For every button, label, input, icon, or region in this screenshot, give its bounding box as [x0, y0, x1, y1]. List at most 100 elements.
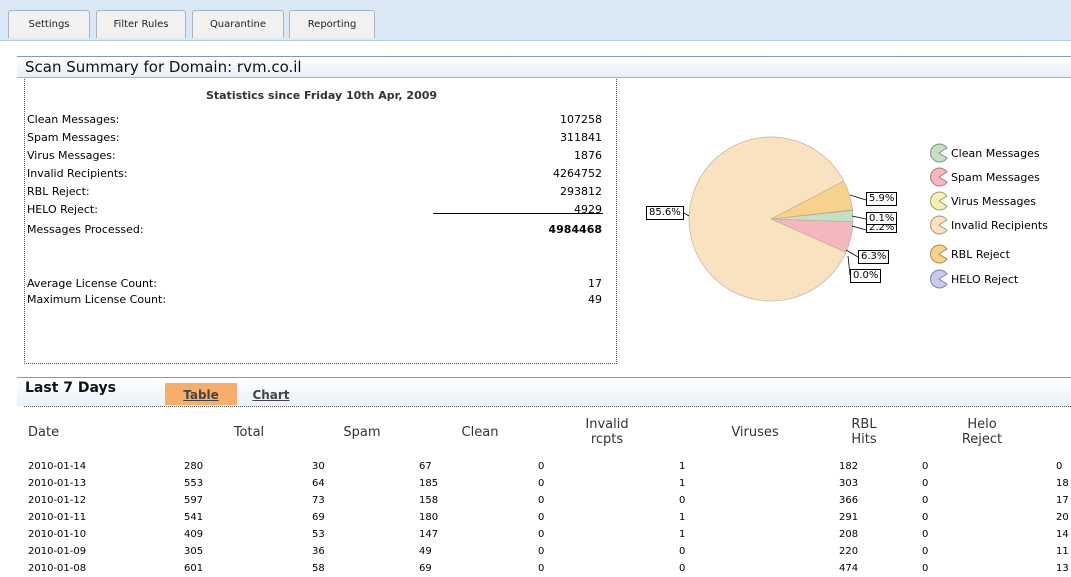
total-divider — [433, 213, 603, 214]
top-tab-bar: Settings Filter Rules Quarantine Reporti… — [0, 0, 1071, 41]
cell-invalid: 0 — [538, 529, 545, 540]
cell-rbl: 366 — [839, 495, 859, 506]
cell-helo: 0 — [922, 529, 929, 540]
cell-clean: 185 — [419, 478, 439, 489]
cell-clean: 180 — [419, 512, 439, 523]
tab-filter-rules[interactable]: Filter Rules — [96, 10, 186, 38]
cell-extra: 18 — [1056, 478, 1069, 489]
cell-extra: 11 — [1056, 546, 1069, 557]
cell-helo: 0 — [922, 512, 929, 523]
tab-quarantine[interactable]: Quarantine — [192, 10, 284, 38]
table-row: 2010-01-08 601 58 69 0 0 474 0 13 — [24, 560, 1071, 577]
table-row: 2010-01-11 541 69 180 0 1 291 0 20 — [24, 509, 1071, 526]
cell-rbl: 220 — [839, 546, 859, 557]
stat-row-helo: HELO Reject: 4929 — [27, 203, 602, 221]
cell-total: 305 — [184, 546, 204, 557]
stat-value: 4929 — [574, 203, 602, 216]
stat-label: Spam Messages: — [27, 131, 120, 144]
tab-reporting[interactable]: Reporting — [289, 10, 375, 38]
cell-spam: 69 — [312, 512, 325, 523]
stat-value: 4264752 — [553, 167, 602, 180]
table-row: 2010-01-12 597 73 158 0 0 366 0 17 — [24, 492, 1071, 509]
stat-label: HELO Reject: — [27, 203, 98, 216]
cell-spam: 30 — [312, 461, 325, 472]
cell-date: 2010-01-14 — [28, 461, 87, 472]
col-header-rbl-line2: Hits — [851, 432, 877, 447]
col-header-date: Date — [28, 425, 60, 440]
cell-spam: 36 — [312, 546, 325, 557]
cell-date: 2010-01-12 — [28, 495, 87, 506]
cell-extra: 0 — [1056, 461, 1063, 472]
stat-row-invalid: Invalid Recipients: 4264752 — [27, 167, 602, 185]
cell-total: 541 — [184, 512, 204, 523]
cell-total: 597 — [184, 495, 204, 506]
pie-slice-icon — [930, 215, 948, 235]
cell-extra: 13 — [1056, 563, 1069, 574]
pie-slice-icon — [930, 244, 948, 264]
scan-summary-section: Statistics since Friday 10th Apr, 2009 C… — [24, 79, 1071, 364]
cell-clean: 67 — [419, 461, 432, 472]
table-row: 2010-01-10 409 53 147 0 1 208 0 14 — [24, 526, 1071, 543]
tab-chart[interactable]: Chart — [247, 383, 295, 405]
stat-label: Clean Messages: — [27, 113, 120, 126]
col-header-spam: Spam — [343, 425, 381, 440]
col-header-viruses: Viruses — [731, 425, 779, 440]
table-row: 2010-01-13 553 64 185 0 1 303 0 18 — [24, 475, 1071, 492]
stat-row-clean: Clean Messages: 107258 — [27, 113, 602, 131]
col-header-rbl-hits: RBL Hits — [834, 417, 894, 447]
pie-slice-icon — [930, 191, 948, 211]
cell-helo: 0 — [922, 461, 929, 472]
stat-value: 107258 — [560, 113, 602, 126]
stat-value: 17 — [588, 277, 602, 290]
last-7-days-title: Last 7 Days — [25, 380, 116, 396]
cell-total: 409 — [184, 529, 204, 540]
cell-spam: 53 — [312, 529, 325, 540]
cell-viruses: 1 — [679, 529, 686, 540]
stat-value: 49 — [588, 293, 602, 306]
table-header: Date Total Spam Clean Invalid rcpts Viru… — [24, 406, 1071, 458]
stat-value-total: 4984468 — [548, 223, 602, 236]
stat-label: Maximum License Count: — [27, 293, 167, 306]
col-header-clean: Clean — [461, 425, 499, 440]
cell-date: 2010-01-13 — [28, 478, 87, 489]
tab-table[interactable]: Table — [165, 383, 237, 405]
cell-rbl: 291 — [839, 512, 859, 523]
stat-value: 293812 — [560, 185, 602, 198]
statistics-title: Statistics since Friday 10th Apr, 2009 — [205, 89, 438, 102]
tab-settings[interactable]: Settings — [8, 10, 90, 38]
cell-invalid: 0 — [538, 512, 545, 523]
stat-label: Messages Processed: — [27, 223, 144, 236]
col-header-rbl-line1: RBL — [851, 417, 877, 432]
pie-label-spam: 6.3% — [858, 250, 890, 264]
cell-rbl: 208 — [839, 529, 859, 540]
col-header-invalid-line1: Invalid — [585, 417, 629, 432]
last-7-days-top-border — [17, 377, 1071, 378]
cell-clean: 147 — [419, 529, 439, 540]
cell-invalid: 0 — [538, 546, 545, 557]
stat-label: Virus Messages: — [27, 149, 116, 162]
col-header-helo-line1: Helo — [967, 417, 997, 432]
cell-extra: 20 — [1056, 512, 1069, 523]
cell-invalid: 0 — [538, 478, 545, 489]
stat-row-spam: Spam Messages: 311841 — [27, 131, 602, 149]
cell-spam: 64 — [312, 478, 325, 489]
cell-invalid: 0 — [538, 495, 545, 506]
cell-clean: 158 — [419, 495, 439, 506]
pie-slice-icon — [930, 167, 948, 187]
cell-helo: 0 — [922, 478, 929, 489]
stat-row-rbl: RBL Reject: 293812 — [27, 185, 602, 203]
stat-value: 311841 — [560, 131, 602, 144]
pie-label-helo: 0.0% — [850, 269, 882, 283]
cell-rbl: 474 — [839, 563, 859, 574]
col-header-invalid-rcpts: Invalid rcpts — [562, 417, 652, 447]
legend-label: HELO Reject — [951, 273, 1019, 286]
scan-summary-title: Scan Summary for Domain: rvm.co.il — [17, 56, 1071, 78]
pie-slice-icon — [930, 269, 948, 289]
pie-slice-icon — [930, 143, 948, 163]
legend-label: Spam Messages — [951, 171, 1040, 184]
stat-label: Average License Count: — [27, 277, 158, 290]
cell-total: 280 — [184, 461, 204, 472]
cell-viruses: 1 — [679, 478, 686, 489]
col-header-total: Total — [233, 425, 265, 440]
cell-date: 2010-01-11 — [28, 512, 87, 523]
